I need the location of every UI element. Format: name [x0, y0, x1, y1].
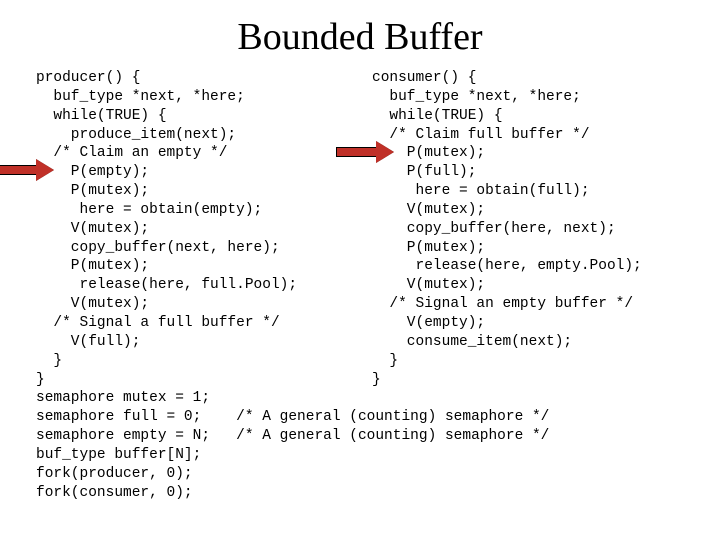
content-area: producer() { buf_type *next, *here; whil…: [0, 69, 720, 502]
consumer-code-block: consumer() { buf_type *next, *here; whil…: [372, 69, 684, 389]
bottom-code-block: semaphore mutex = 1; semaphore full = 0;…: [36, 389, 684, 502]
slide-title: Bounded Buffer: [0, 15, 720, 59]
arrow-icon: [336, 143, 394, 161]
arrow-icon: [0, 161, 54, 179]
producer-code-block: producer() { buf_type *next, *here; whil…: [36, 69, 348, 389]
